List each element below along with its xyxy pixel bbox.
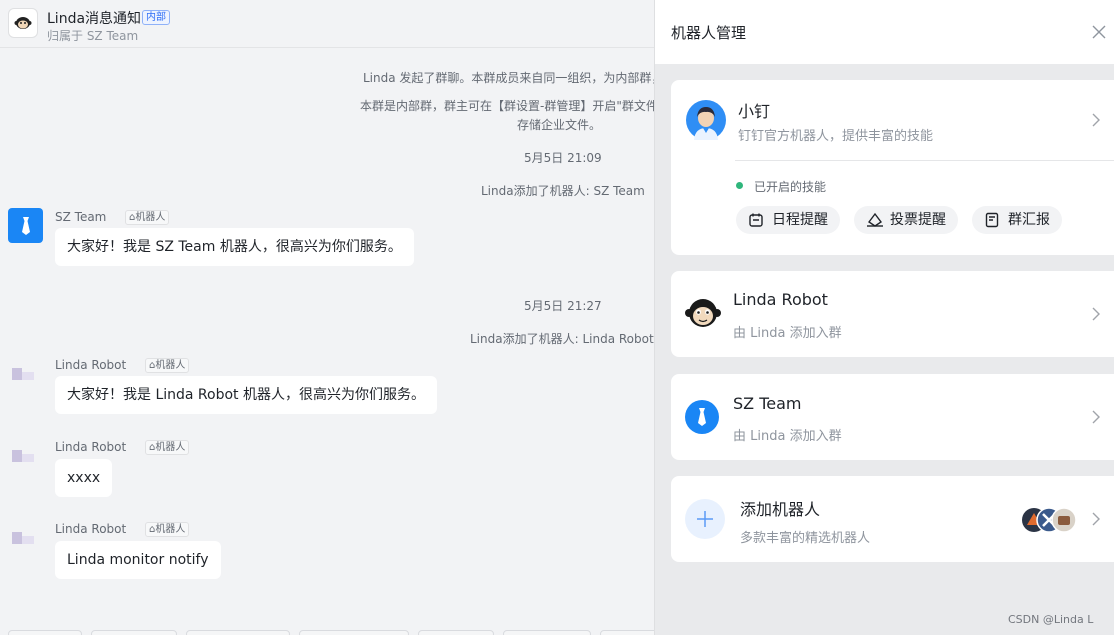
message-bubble[interactable]: xxxx <box>55 459 113 497</box>
system-message-internal-1: 本群是内部群，群主可在【群设置-群管理】开启"群文件 <box>360 99 654 113</box>
robot-tag: ⌂机器人 <box>145 522 190 537</box>
sz-team-avatar <box>685 400 719 434</box>
quick-action-chip[interactable] <box>91 630 177 635</box>
bot-desc: 由 Linda 添加入群 <box>733 429 842 444</box>
official-bot-name: 小钉 <box>738 102 771 121</box>
vote-icon <box>867 212 883 227</box>
featured-bots-avatars <box>1022 507 1077 533</box>
system-message-added-bot: Linda添加了机器人: Linda Robot <box>470 332 654 346</box>
group-avatar[interactable] <box>8 8 38 38</box>
chat-header: Linda消息通知 内部 归属于 SZ Team <box>0 0 654 48</box>
timestamp: 5月5日 21:27 <box>524 299 602 313</box>
robot-tag: ⌂机器人 <box>145 440 190 455</box>
card-divider <box>735 160 1114 161</box>
robot-management-panel: 机器人管理 小钉 钉钉官方机器人，提供丰富的技能 已开启的技能 日程提醒 投票提… <box>654 0 1114 635</box>
official-bot-desc: 钉钉官方机器人，提供丰富的技能 <box>738 129 934 144</box>
quick-action-chip[interactable] <box>299 630 409 635</box>
quick-action-chip[interactable] <box>8 630 82 635</box>
chevron-right-icon[interactable] <box>1091 306 1101 322</box>
chevron-right-icon[interactable] <box>1091 112 1101 128</box>
bot-desc: 由 Linda 添加入群 <box>733 326 842 341</box>
xiaoding-avatar <box>686 100 726 140</box>
quick-action-chip[interactable] <box>503 630 591 635</box>
skill-chip-report[interactable]: 群汇报 <box>972 206 1062 234</box>
add-robot-card[interactable]: 添加机器人 多款丰富的精选机器人 <box>671 476 1114 562</box>
add-robot-title: 添加机器人 <box>740 500 821 519</box>
robot-tag: ⌂机器人 <box>145 358 190 373</box>
plus-icon <box>685 499 725 539</box>
sz-team-avatar[interactable] <box>8 208 43 243</box>
robot-tag: ⌂机器人 <box>125 210 170 225</box>
message-bubble[interactable]: Linda monitor notify <box>55 541 221 579</box>
message-bubble[interactable]: 大家好！我是 Linda Robot 机器人，很高兴为你们服务。 <box>55 376 437 414</box>
message-sender[interactable]: Linda Robot <box>55 358 126 372</box>
close-icon[interactable] <box>1091 24 1107 40</box>
bot-name: SZ Team <box>733 394 802 413</box>
quick-action-chip[interactable] <box>600 630 654 635</box>
skill-status-dot <box>736 182 743 189</box>
linda-robot-avatar[interactable] <box>12 448 38 464</box>
skills-title: 已开启的技能 <box>754 180 827 194</box>
skill-chip-vote[interactable]: 投票提醒 <box>854 206 958 234</box>
calendar-icon <box>749 213 763 227</box>
bot-card-linda-robot[interactable]: Linda Robot 由 Linda 添加入群 <box>671 271 1114 357</box>
linda-robot-avatar[interactable] <box>12 530 38 546</box>
monkey-avatar <box>685 299 721 327</box>
panel-header: 机器人管理 <box>655 0 1114 64</box>
group-subtitle: 归属于 SZ Team <box>47 29 139 43</box>
panel-title: 机器人管理 <box>671 24 747 42</box>
timestamp: 5月5日 21:09 <box>524 151 602 165</box>
bot-card-sz-team[interactable]: SZ Team 由 Linda 添加入群 <box>671 374 1114 460</box>
message-sender[interactable]: Linda Robot <box>55 522 126 536</box>
bot-name: Linda Robot <box>733 290 828 309</box>
add-robot-desc: 多款丰富的精选机器人 <box>740 531 871 546</box>
message-sender[interactable]: SZ Team <box>55 210 106 224</box>
linda-robot-avatar[interactable] <box>12 366 38 382</box>
quick-action-chip[interactable] <box>418 630 494 635</box>
chevron-right-icon[interactable] <box>1091 409 1101 425</box>
quick-action-chip[interactable] <box>186 630 290 635</box>
message-bubble[interactable]: 大家好！我是 SZ Team 机器人，很高兴为你们服务。 <box>55 228 414 266</box>
chevron-right-icon[interactable] <box>1091 511 1101 527</box>
message-sender[interactable]: Linda Robot <box>55 440 126 454</box>
watermark: CSDN @Linda L <box>1008 613 1094 626</box>
report-icon <box>985 212 999 228</box>
skill-chip-schedule[interactable]: 日程提醒 <box>736 206 840 234</box>
system-message-internal-2: 存储企业文件。 <box>517 118 602 132</box>
monkey-icon <box>14 17 32 29</box>
official-bot-card[interactable]: 小钉 钉钉官方机器人，提供丰富的技能 已开启的技能 日程提醒 投票提醒 群汇报 <box>671 80 1114 255</box>
chat-area: Linda消息通知 内部 归属于 SZ Team Linda 发起了群聊。本群成… <box>0 0 654 635</box>
internal-tag: 内部 <box>142 10 170 25</box>
system-message-started: Linda 发起了群聊。本群成员来自同一组织，为内部群， <box>363 71 654 85</box>
tie-icon <box>21 216 30 235</box>
group-name[interactable]: Linda消息通知 <box>47 8 141 28</box>
system-message-added-bot: Linda添加了机器人: SZ Team <box>481 184 645 198</box>
